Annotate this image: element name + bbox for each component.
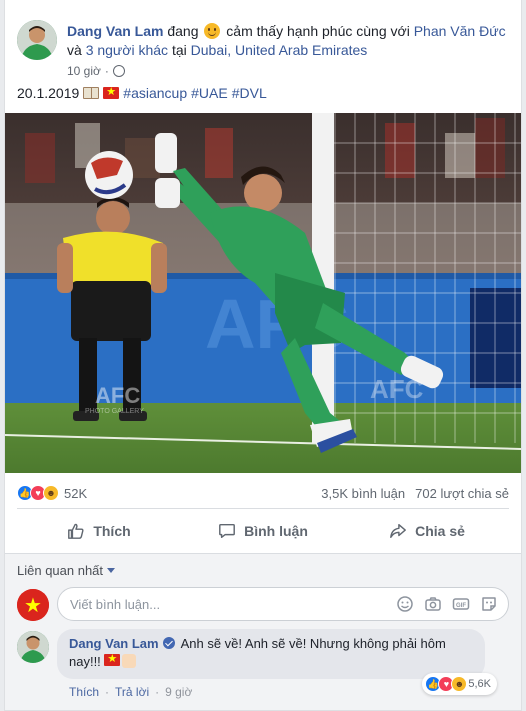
stats-divider [17,508,509,509]
ball [85,151,133,199]
comment-time[interactable]: 9 giờ [165,685,192,699]
comment-sort-dropdown[interactable]: Liên quan nhất [17,563,116,578]
separator-dot: · [155,685,160,699]
haha-reaction-icon: ☻ [43,485,59,501]
book-icon [83,87,100,99]
globe-icon[interactable] [112,65,125,77]
comment-actions: Thích · Trả lời · 9 giờ [69,685,192,699]
comments-count[interactable]: 3,5K bình luận [321,486,405,501]
comment-reactions-count: 5,6K [468,678,491,690]
at-text: tại [171,42,187,58]
commenter-name[interactable]: Dang Van Lam [69,636,159,651]
post-meta: 10 giờ · [67,64,125,78]
hashtag-asiancup[interactable]: #asiancup [123,85,187,101]
and-text: và [67,42,82,58]
flexed-biceps-icon [122,654,137,668]
share-button[interactable]: Chia sẻ [345,512,509,550]
caret-down-icon [107,568,116,573]
reaction-icons[interactable]: 👍 ♥ ☻ [17,485,59,501]
vietnam-flag-icon [104,652,121,666]
separator-dot: · [104,64,109,78]
actions-divider [5,553,521,554]
hashtag-uae[interactable]: #UAE [191,85,228,101]
comment-input[interactable]: Viết bình luận... GIF [57,587,509,621]
post-actions: Thích Bình luận Chia sẻ [17,512,509,550]
goalkeeper-photo: AFC AFC PHOTO GALLERY AFC [5,113,521,473]
comment-reactions[interactable]: 👍 ♥ ☻ 5,6K [422,673,497,695]
author-avatar[interactable] [17,20,57,60]
feeling-prefix: đang [167,23,199,39]
comments-section: Liên quan nhất ★ Viết bình luận... GIF D… [5,553,521,710]
svg-text:★: ★ [24,593,42,617]
post-card: Dang Van Lam đang cảm thấy hạnh phúc cùn… [4,0,522,711]
my-avatar[interactable]: ★ [17,589,49,621]
haha-reaction-icon: ☻ [451,676,468,692]
author-name[interactable]: Dang Van Lam [67,23,163,39]
comment-input-placeholder: Viết bình luận... [70,596,161,612]
comment-composer: ★ Viết bình luận... GIF [17,587,509,623]
comment-icon [219,523,236,539]
vietnam-flag-icon [103,85,120,99]
comment-label: Bình luận [244,523,308,539]
tagged-friend-link[interactable]: Phan Văn Đức [414,23,506,39]
comment-like-link[interactable]: Thích [69,685,99,699]
comment-item: Dang Van Lam Anh sẽ về! Anh sẽ về! Nhưng … [17,629,509,709]
comment-reply-link[interactable]: Trả lời [115,685,149,699]
post-caption: 20.1.2019 #asiancup #UAE #DVL [17,85,267,101]
hashtag-dvl[interactable]: #DVL [232,85,267,101]
sort-label: Liên quan nhất [17,563,104,578]
share-icon [390,523,407,539]
comment-bubble: Dang Van Lam Anh sẽ về! Anh sẽ về! Nhưng … [57,629,485,679]
post-stats: 👍 ♥ ☻ 52K 3,5K bình luận 702 lượt chia s… [17,482,509,504]
shares-count[interactable]: 702 lượt chia sẻ [415,486,509,501]
photo-watermark-right: AFC [370,374,424,404]
separator-dot: · [105,685,110,699]
post-time[interactable]: 10 giờ [67,64,101,78]
sticker-icon[interactable] [480,595,498,613]
location-link[interactable]: Dubai, United Arab Emirates [191,42,368,58]
reactions-count[interactable]: 52K [64,486,87,501]
commenter-avatar[interactable] [17,631,49,663]
post-photo[interactable]: AFC AFC PHOTO GALLERY AFC [5,113,521,473]
photo-watermark-left-sub: PHOTO GALLERY [85,408,144,415]
verified-badge-icon [162,637,175,649]
comment-button[interactable]: Bình luận [181,512,345,550]
post-header: Dang Van Lam đang cảm thấy hạnh phúc cùn… [17,12,509,78]
others-link[interactable]: 3 người khác [86,42,168,58]
svg-text:GIF: GIF [456,603,466,609]
gif-icon[interactable]: GIF [452,595,470,613]
like-button[interactable]: Thích [17,512,181,550]
comment-reaction-icons: 👍 ♥ ☻ [425,676,468,692]
composer-icons: GIF [396,595,498,613]
camera-icon[interactable] [424,595,442,613]
smiley-icon [204,23,221,39]
thumbs-up-icon [68,523,84,539]
emoji-icon[interactable] [396,595,414,613]
caption-date: 20.1.2019 [17,85,80,101]
like-label: Thích [93,523,131,539]
feeling-text: cảm thấy hạnh phúc cùng với [226,23,410,39]
stats-right: 3,5K bình luận 702 lượt chia sẻ [321,486,509,501]
share-label: Chia sẻ [415,523,465,539]
post-header-text: Dang Van Lam đang cảm thấy hạnh phúc cùn… [67,22,509,60]
photo-watermark-left: AFC [95,383,140,408]
